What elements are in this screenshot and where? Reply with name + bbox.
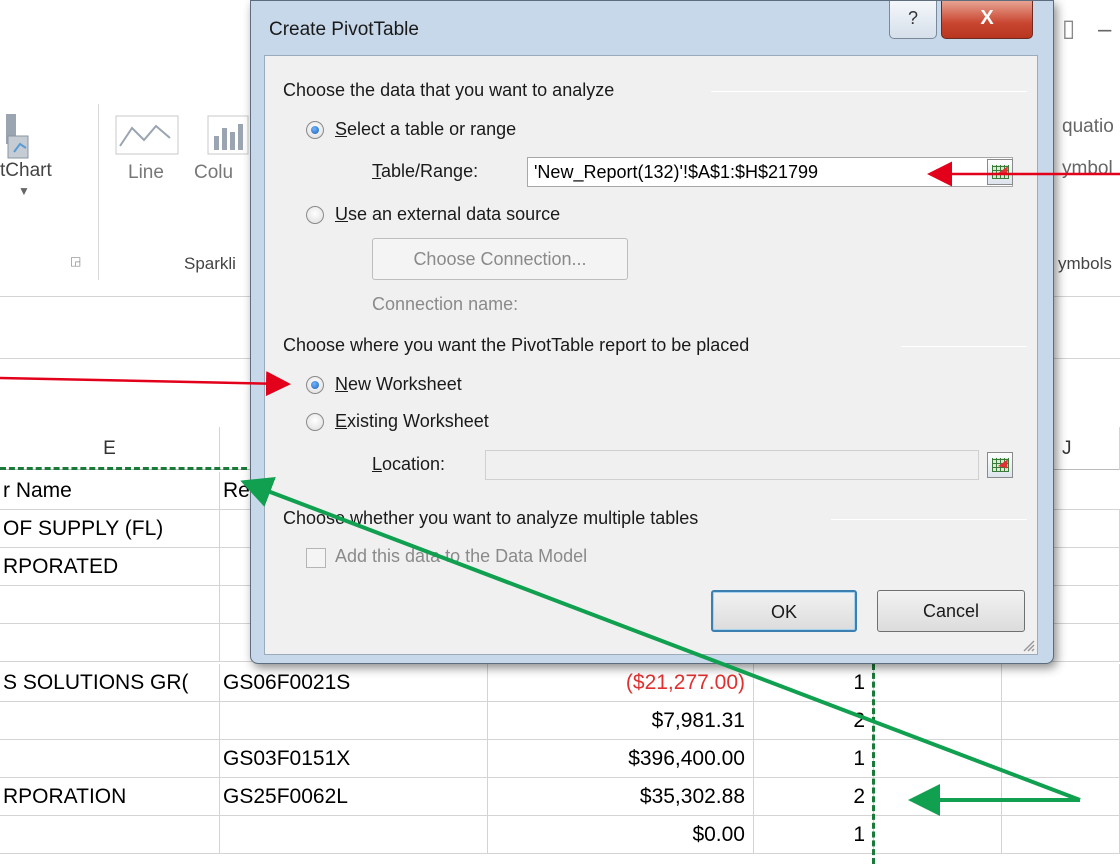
cell[interactable] — [1002, 740, 1120, 778]
cell-vendor-name[interactable]: OF SUPPLY (FL) — [0, 510, 220, 548]
window-minimize-button[interactable]: – — [1098, 16, 1111, 44]
cell[interactable] — [1002, 816, 1120, 854]
cell-vendor-name-header[interactable]: r Name — [0, 472, 220, 510]
cell-count[interactable]: 1 — [754, 740, 874, 778]
help-button[interactable]: ? — [889, 1, 937, 39]
radio-select-table-label[interactable]: Select a table or range — [335, 119, 516, 140]
cell-count[interactable]: 2 — [754, 702, 874, 740]
divider — [831, 519, 1027, 520]
cell-count[interactable]: 1 — [754, 664, 874, 702]
symbol-label[interactable]: ymbol — [1062, 158, 1113, 180]
table-row: $7,981.31 2 — [0, 702, 1120, 740]
line-sparkline-icon[interactable] — [112, 110, 182, 158]
table-range-input[interactable]: 'New_Report(132)'!$A$1:$H$21799 — [527, 157, 1013, 187]
create-pivottable-dialog: Create PivotTable ? X Choose the data th… — [250, 0, 1054, 664]
table-row: GS03F0151X $396,400.00 1 — [0, 740, 1120, 778]
ribbon-separator — [98, 104, 99, 280]
column-header-e[interactable]: E — [0, 427, 220, 470]
cell-contract[interactable] — [220, 816, 488, 854]
connection-name-label: Connection name: — [372, 294, 519, 314]
radio-select-table[interactable] — [306, 121, 324, 139]
pivotchart-label[interactable]: tChart — [0, 160, 52, 182]
collapse-location-button[interactable] — [987, 452, 1013, 478]
radio-existing-worksheet-label[interactable]: Existing Worksheet — [335, 411, 489, 432]
table-range-label: Table/Range: — [372, 161, 479, 181]
red-arrow-new-worksheet — [0, 371, 291, 397]
close-button[interactable]: X — [941, 1, 1033, 39]
cell-amount[interactable]: $7,981.31 — [488, 702, 754, 740]
dialog-title: Create PivotTable — [269, 19, 419, 40]
cell[interactable] — [1002, 702, 1120, 740]
copy-selection-border-top — [0, 467, 256, 470]
line-sparkline-label[interactable]: Line — [128, 162, 164, 184]
close-icon: X — [980, 7, 994, 29]
ok-button[interactable]: OK — [711, 590, 857, 632]
data-model-label[interactable]: Add this data to the Data Model — [335, 546, 587, 567]
section-multiple-tables-heading: Choose whether you want to analyze multi… — [283, 508, 699, 528]
cell[interactable] — [874, 702, 1002, 740]
cell-amount[interactable]: $396,400.00 — [488, 740, 754, 778]
collapse-range-button[interactable] — [987, 159, 1013, 185]
pivotchart-icon[interactable] — [4, 112, 38, 162]
location-input[interactable] — [485, 450, 979, 480]
table-row: $0.00 1 — [0, 816, 1120, 854]
cell-vendor-name[interactable] — [0, 816, 220, 854]
radio-new-worksheet-label[interactable]: New Worksheet — [335, 374, 462, 395]
cell-vendor-name[interactable] — [0, 624, 220, 662]
cancel-button[interactable]: Cancel — [877, 590, 1025, 632]
cell-vendor-name[interactable] — [0, 586, 220, 624]
cell-amount[interactable]: $35,302.88 — [488, 778, 754, 816]
cell-count[interactable]: 2 — [754, 778, 874, 816]
cell-contract[interactable] — [220, 702, 488, 740]
resize-grip-icon[interactable] — [1021, 638, 1035, 652]
column-sparkline-icon[interactable] — [204, 110, 250, 158]
table-row: S SOLUTIONS GR(GS06F0021S ($21,277.00) 1 — [0, 664, 1120, 702]
section-data-heading: Choose the data that you want to analyze — [283, 80, 615, 100]
dialog-body: Choose the data that you want to analyze… — [264, 55, 1038, 655]
location-label: Location: — [372, 454, 446, 474]
equation-label[interactable]: quatio — [1062, 116, 1114, 138]
choose-connection-button[interactable]: Choose Connection... — [372, 238, 628, 280]
data-model-checkbox[interactable] — [306, 548, 326, 568]
column-sparkline-label[interactable]: Colu — [194, 162, 233, 184]
sparklines-group-label: Sparkli — [184, 254, 236, 273]
cell-contract[interactable]: GS25F0062L — [220, 778, 488, 816]
cell[interactable] — [1002, 664, 1120, 702]
cell[interactable] — [874, 778, 1002, 816]
cell-contract[interactable]: GS03F0151X — [220, 740, 488, 778]
help-icon: ? — [907, 8, 918, 28]
cell-vendor-name[interactable] — [0, 740, 220, 778]
divider — [901, 346, 1027, 347]
cell-count[interactable]: 1 — [754, 816, 874, 854]
radio-external-source[interactable] — [306, 206, 324, 224]
cell-amount[interactable]: $0.00 — [488, 816, 754, 854]
chevron-down-icon[interactable]: ▼ — [18, 184, 30, 198]
dialog-launcher-icon[interactable]: ◲ — [70, 254, 81, 268]
cell-vendor-name[interactable]: S SOLUTIONS GR( — [0, 664, 220, 702]
table-row: RPORATION GS25F0062L $35,302.88 2 — [0, 778, 1120, 816]
radio-existing-worksheet[interactable] — [306, 413, 324, 431]
cell[interactable] — [874, 740, 1002, 778]
copy-selection-border-right — [872, 664, 875, 864]
cell-vendor-name[interactable]: RPORATED — [0, 548, 220, 586]
radio-new-worksheet[interactable] — [306, 376, 324, 394]
radio-external-source-label[interactable]: Use an external data source — [335, 204, 560, 225]
divider — [711, 91, 1027, 92]
cell-amount[interactable]: ($21,277.00) — [488, 664, 754, 702]
cell-contract[interactable]: GS06F0021S — [220, 664, 488, 702]
cell[interactable] — [1002, 778, 1120, 816]
cell-vendor-name[interactable]: RPORATION — [0, 778, 220, 816]
section-placement-heading: Choose where you want the PivotTable rep… — [283, 335, 750, 355]
ribbon-fragment: ▯ — [1062, 15, 1076, 42]
cell[interactable] — [874, 664, 1002, 702]
symbols-group-label: ymbols — [1058, 254, 1112, 273]
cell-vendor-name[interactable] — [0, 702, 220, 740]
cell[interactable] — [874, 816, 1002, 854]
